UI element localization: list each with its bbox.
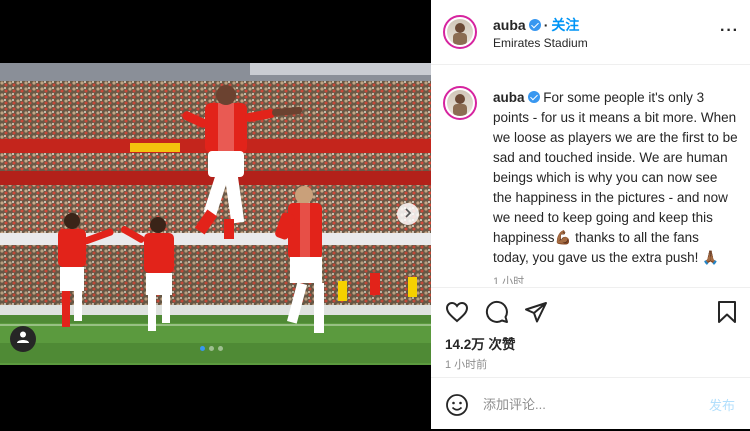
carousel-indicator (200, 346, 223, 351)
carousel-dot (200, 346, 205, 351)
emoji-icon[interactable] (445, 393, 469, 417)
bookmark-icon[interactable] (715, 300, 739, 324)
next-slide-button[interactable] (397, 203, 419, 225)
likes-count[interactable]: 14.2万 次赞 (445, 333, 516, 353)
post-comment-button[interactable]: 发布 (709, 395, 735, 414)
heart-icon[interactable] (445, 300, 469, 324)
tagged-users-button[interactable] (10, 326, 36, 352)
caption-text: For some people it's only 3 points - for… (493, 90, 738, 265)
share-icon[interactable] (524, 300, 548, 324)
post-side-panel: auba · 关注 Emirates Stadium ··· auba For so… (431, 0, 750, 429)
verified-badge-icon (527, 91, 540, 103)
verified-badge-icon (528, 19, 541, 31)
post-media (0, 0, 431, 429)
post-time[interactable]: 1 小时前 (445, 356, 487, 372)
user-icon (16, 330, 30, 349)
comment-bar: 发布 (431, 377, 750, 431)
instagram-post-modal: auba · 关注 Emirates Stadium ··· auba For so… (0, 0, 750, 429)
chevron-right-icon (403, 205, 413, 223)
header-user-line: auba · 关注 (493, 15, 579, 35)
more-options-button[interactable]: ··· (720, 22, 739, 40)
location-link[interactable]: Emirates Stadium (493, 36, 588, 50)
username-link[interactable]: auba (493, 17, 526, 33)
caption: auba For some people it's only 3 points … (493, 88, 738, 268)
comment-input[interactable] (483, 392, 683, 416)
caption-area: auba For some people it's only 3 points … (431, 65, 750, 284)
post-actions: 14.2万 次赞 1 小时前 发布 (431, 287, 750, 430)
caption-time: 1 小时 (493, 276, 525, 284)
post-photo (0, 63, 431, 365)
caption-username[interactable]: auba (493, 90, 525, 105)
avatar-image (447, 90, 473, 116)
avatar[interactable] (443, 15, 477, 49)
avatar-image (447, 19, 473, 45)
caption-avatar[interactable] (443, 86, 477, 120)
separator: · (543, 17, 549, 33)
comment-icon[interactable] (485, 300, 509, 324)
follow-button[interactable]: 关注 (551, 17, 579, 33)
carousel-dot (209, 346, 214, 351)
carousel-dot (218, 346, 223, 351)
post-header: auba · 关注 Emirates Stadium ··· (431, 0, 750, 65)
